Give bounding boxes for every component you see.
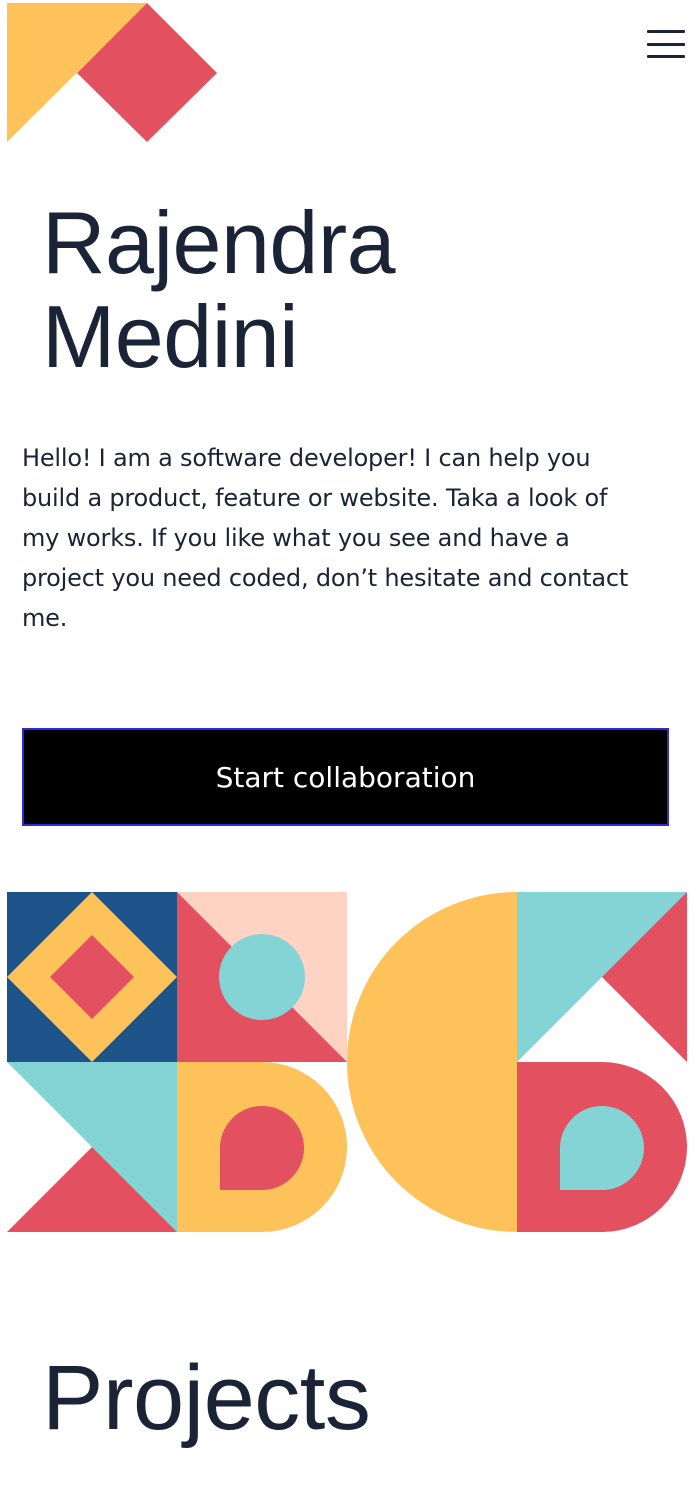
page-title: Rajendra Medini [42,193,396,386]
logo-icon[interactable] [7,3,217,142]
hamburger-menu-icon [647,30,685,33]
name-last: Medini [42,287,299,386]
menu-button[interactable] [644,26,688,62]
hamburger-menu-icon [647,55,685,58]
name-first: Rajendra [42,193,396,292]
art-teal-circle [219,934,305,1020]
intro-text: Hello! I am a software developer! I can … [22,444,629,632]
hamburger-menu-icon [647,42,685,46]
art-yellow-half-circle [347,892,517,1232]
projects-heading: Projects [42,1347,371,1449]
start-collaboration-button[interactable]: Start collaboration [22,728,669,826]
art-red-drop [220,1106,304,1190]
art-teal-drop [560,1106,644,1190]
geometric-artwork-image [7,892,687,1232]
